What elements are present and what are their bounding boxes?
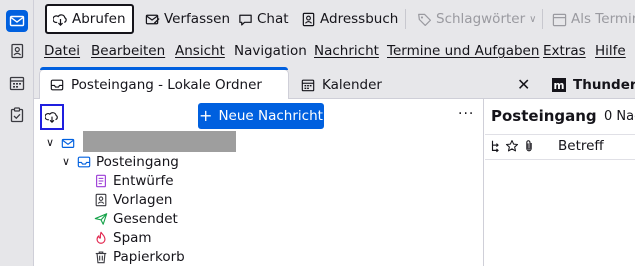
close-tab-icon[interactable]: ✕ bbox=[517, 77, 530, 93]
chevron-down-icon: ∨ bbox=[529, 13, 537, 25]
tasks-icon bbox=[10, 107, 24, 123]
redacted-account-name bbox=[83, 131, 236, 152]
menu-file[interactable]: Datei bbox=[44, 43, 80, 59]
plus-icon: + bbox=[199, 106, 213, 125]
tab-thunderbird[interactable]: m Thunderbird bbox=[542, 70, 635, 100]
get-messages-icon bbox=[45, 112, 58, 124]
mdn-icon: m bbox=[552, 78, 566, 92]
calendar-icon bbox=[301, 79, 315, 92]
menu-tools[interactable]: Extras bbox=[543, 43, 586, 59]
folder-inbox[interactable]: ∨ Posteingang bbox=[62, 152, 179, 171]
menu-navigation[interactable]: Navigation bbox=[234, 43, 307, 59]
sent-icon bbox=[94, 212, 108, 225]
message-list-title: Posteingang bbox=[491, 107, 597, 125]
calendar-space-button[interactable] bbox=[6, 72, 28, 94]
folder-label: Spam bbox=[113, 229, 152, 246]
tags-button[interactable]: Schlagwörter ∨ bbox=[411, 5, 542, 33]
inbox-icon bbox=[50, 79, 64, 91]
trash-icon bbox=[95, 250, 107, 263]
toolbar-separator bbox=[542, 9, 543, 29]
templates-icon bbox=[95, 193, 107, 206]
svg-text:m: m bbox=[554, 80, 565, 92]
chat-label: Chat bbox=[257, 11, 289, 27]
get-messages-label: Abrufen bbox=[72, 11, 126, 27]
menu-view[interactable]: Ansicht bbox=[175, 43, 225, 59]
calendar-icon bbox=[9, 76, 25, 91]
address-book-icon bbox=[302, 12, 315, 26]
toolbar-separator bbox=[405, 9, 406, 29]
thread-column-icon[interactable] bbox=[489, 139, 503, 153]
tab-calendar[interactable]: Kalender bbox=[291, 70, 541, 100]
convert-to-event-label: Als Termin bbox=[571, 11, 635, 27]
folder-pane-more-button[interactable]: ··· bbox=[458, 106, 474, 122]
get-messages-button[interactable]: Abrufen bbox=[45, 4, 134, 34]
folder-spam[interactable]: Spam bbox=[94, 228, 152, 247]
chat-button[interactable]: Chat bbox=[232, 5, 295, 33]
calendar-icon bbox=[552, 13, 567, 26]
tag-icon bbox=[418, 13, 432, 26]
folder-label: Posteingang bbox=[96, 153, 179, 170]
tasks-space-button[interactable] bbox=[6, 104, 28, 126]
address-book-space-button[interactable] bbox=[6, 40, 28, 62]
chevron-down-icon[interactable]: ∨ bbox=[46, 136, 56, 149]
compose-button[interactable]: Verfassen bbox=[139, 5, 236, 33]
folder-pane-get-messages-button[interactable] bbox=[40, 104, 64, 130]
local-folders-icon bbox=[61, 138, 75, 148]
tab-label: Thunderbird bbox=[573, 77, 635, 93]
mail-icon bbox=[9, 15, 25, 27]
folder-sent[interactable]: Gesendet bbox=[94, 209, 178, 228]
menu-events-tasks[interactable]: Termine und Aufgaben bbox=[387, 43, 539, 59]
address-book-label: Adressbuch bbox=[320, 11, 399, 27]
account-row[interactable]: ∨ bbox=[46, 133, 75, 152]
new-message-label: Neue Nachricht bbox=[218, 108, 323, 124]
spam-flame-icon bbox=[96, 231, 106, 244]
new-message-button[interactable]: + Neue Nachricht bbox=[198, 103, 324, 129]
folder-label: Vorlagen bbox=[113, 191, 173, 208]
tags-label: Schlagwörter bbox=[436, 11, 526, 27]
folder-drafts[interactable]: Entwürfe bbox=[94, 171, 174, 190]
menu-help[interactable]: Hilfe bbox=[595, 43, 626, 59]
spaces-toolbar bbox=[0, 0, 34, 266]
get-messages-icon bbox=[53, 13, 67, 26]
compose-icon bbox=[145, 14, 160, 24]
folder-label: Entwürfe bbox=[113, 172, 174, 189]
convert-to-event-button[interactable]: Als Termin bbox=[546, 5, 635, 33]
column-header-subject[interactable]: Betreff bbox=[558, 138, 604, 154]
folder-label: Papierkorb bbox=[113, 248, 185, 265]
folder-trash[interactable]: Papierkorb bbox=[94, 247, 185, 266]
star-column-icon[interactable] bbox=[505, 139, 519, 153]
address-book-button[interactable]: Adressbuch bbox=[295, 5, 404, 33]
compose-label: Verfassen bbox=[164, 11, 230, 27]
folder-templates[interactable]: Vorlagen bbox=[94, 190, 172, 209]
mail-space-button[interactable] bbox=[6, 10, 28, 32]
chevron-down-icon[interactable]: ∨ bbox=[62, 155, 72, 168]
tab-inbox[interactable]: Posteingang - Lokale Ordner bbox=[40, 67, 288, 100]
inbox-icon bbox=[77, 156, 91, 167]
drafts-icon bbox=[96, 174, 106, 187]
menu-message[interactable]: Nachricht bbox=[314, 43, 379, 59]
message-count: 0 Nac bbox=[604, 109, 635, 124]
tab-label: Posteingang - Lokale Ordner bbox=[71, 77, 262, 93]
attachment-column-icon[interactable] bbox=[522, 139, 536, 153]
chat-icon bbox=[239, 14, 252, 26]
tab-label: Kalender bbox=[322, 77, 382, 93]
folder-label: Gesendet bbox=[113, 210, 178, 227]
address-book-icon bbox=[11, 43, 24, 59]
menu-edit[interactable]: Bearbeiten bbox=[91, 43, 165, 59]
